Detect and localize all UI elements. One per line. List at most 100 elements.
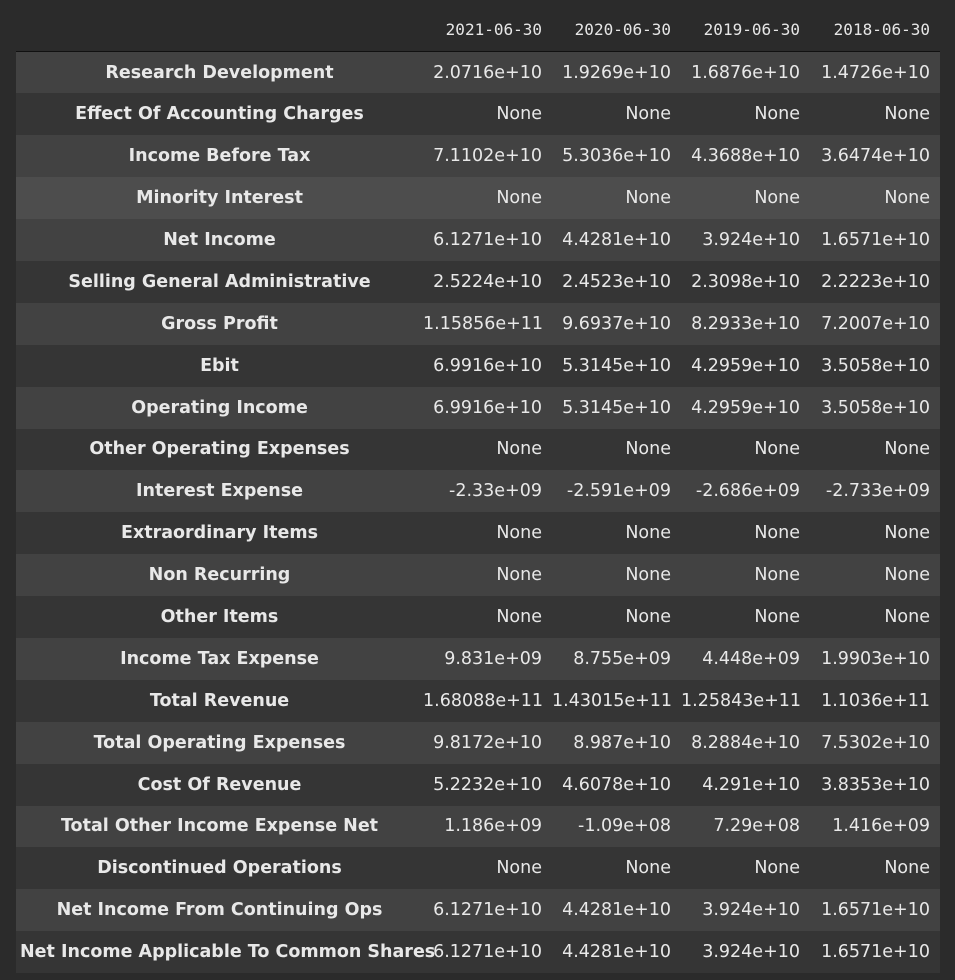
table-cell: None bbox=[496, 439, 542, 460]
table-row: Other Items None None None None bbox=[16, 596, 940, 638]
row-label: Ebit bbox=[200, 355, 239, 376]
table-cell: 1.6571e+10 bbox=[821, 230, 930, 250]
table-cell: None bbox=[884, 188, 930, 209]
table-cell: 1.1036e+11 bbox=[821, 690, 930, 711]
table-cell: None bbox=[625, 104, 671, 125]
table-row: Minority Interest None None None None bbox=[16, 177, 940, 220]
table-cell: None bbox=[884, 439, 930, 460]
table-cell: -2.686e+09 bbox=[695, 481, 800, 502]
income-statement-table: 2021-06-30 2020-06-30 2019-06-30 2018-06… bbox=[16, 8, 940, 974]
table-row: Total Operating Expenses 9.8172e+10 8.987e… bbox=[16, 721, 940, 764]
table-cell: 7.29e+08 bbox=[713, 816, 800, 837]
table-cell: 5.3036e+10 bbox=[562, 146, 671, 167]
table-cell: 4.3688e+10 bbox=[691, 146, 800, 167]
table-cell: None bbox=[625, 439, 671, 460]
table-cell: 6.9916e+10 bbox=[433, 355, 542, 376]
table-cell: 6.1271e+10 bbox=[433, 230, 542, 250]
row-label: Operating Income bbox=[131, 397, 308, 418]
table-cell: 6.1271e+10 bbox=[433, 942, 542, 963]
index-header bbox=[16, 8, 423, 52]
table-cell: 1.4726e+10 bbox=[821, 62, 930, 83]
table-cell: -2.591e+09 bbox=[566, 481, 671, 502]
table-row: Net Income Applicable To Common Shares 6.… bbox=[16, 931, 940, 974]
table-cell: 7.2007e+10 bbox=[821, 313, 930, 334]
table-row: Other Operating Expenses None None None None bbox=[16, 428, 940, 471]
header-row: 2021-06-30 2020-06-30 2019-06-30 2018-06… bbox=[16, 8, 940, 52]
row-label: Net Income Applicable To Common Shares bbox=[20, 942, 436, 963]
table-cell: 1.9269e+10 bbox=[562, 62, 671, 83]
table-cell: 2.4523e+10 bbox=[562, 271, 671, 292]
dataframe-output: 2021-06-30 2020-06-30 2019-06-30 2018-06… bbox=[16, 8, 940, 974]
row-label: Discontinued Operations bbox=[97, 858, 342, 879]
table-cell: 1.186e+09 bbox=[444, 816, 542, 837]
table-cell: 4.2959e+10 bbox=[691, 397, 800, 418]
table-row: Cost Of Revenue 5.2232e+10 4.6078e+10 4.291… bbox=[16, 763, 940, 806]
table-cell: None bbox=[496, 104, 542, 125]
row-label: Total Revenue bbox=[149, 690, 290, 711]
table-cell: None bbox=[754, 188, 800, 209]
row-label: Total Other Income Expense Net bbox=[60, 816, 379, 837]
table-cell: 4.4281e+10 bbox=[562, 230, 671, 250]
table-cell: -2.733e+09 bbox=[825, 481, 930, 502]
table-row: Operating Income 6.9916e+10 5.3145e+10 4.29… bbox=[16, 386, 940, 429]
table-cell: 1.6571e+10 bbox=[821, 900, 930, 921]
table-cell: None bbox=[754, 565, 800, 586]
table-cell: 1.68088e+11 bbox=[423, 690, 544, 711]
table-row: Gross Profit 1.15856e+11 9.6937e+10 8.2933e… bbox=[16, 302, 940, 345]
table-header: 2021-06-30 2020-06-30 2019-06-30 2018-06… bbox=[16, 8, 940, 52]
table-row: Ebit 6.9916e+10 5.3145e+10 4.2959e+10 3.5058… bbox=[16, 344, 940, 387]
table-cell: None bbox=[496, 858, 542, 879]
row-label: Interest Expense bbox=[136, 481, 303, 502]
table-row: Discontinued Operations None None None None bbox=[16, 847, 940, 890]
table-cell: None bbox=[754, 104, 800, 125]
table-cell: 3.924e+10 bbox=[702, 900, 800, 921]
column-header: 2019-06-30 bbox=[681, 8, 810, 52]
table-cell: 3.924e+10 bbox=[702, 942, 800, 963]
row-label: Net Income bbox=[163, 230, 276, 250]
table-cell: None bbox=[625, 607, 671, 628]
table-cell: None bbox=[496, 607, 542, 628]
table-cell: 1.25843e+11 bbox=[681, 690, 802, 711]
row-label: Income Before Tax bbox=[128, 146, 311, 167]
table-row: Effect Of Accounting Charges None None None… bbox=[16, 93, 940, 136]
table-cell: 1.6876e+10 bbox=[691, 62, 800, 83]
table-cell: None bbox=[754, 858, 800, 879]
row-label: Net Income From Continuing Ops bbox=[56, 900, 383, 921]
table-cell: 8.2933e+10 bbox=[691, 313, 800, 334]
table-cell: 6.9916e+10 bbox=[433, 397, 542, 418]
table-cell: 5.2232e+10 bbox=[433, 774, 542, 795]
column-header: 2020-06-30 bbox=[552, 8, 681, 52]
table-cell: 2.5224e+10 bbox=[433, 271, 542, 292]
row-label: Effect Of Accounting Charges bbox=[75, 104, 364, 125]
table-cell: 7.1102e+10 bbox=[433, 146, 542, 167]
row-label: Gross Profit bbox=[161, 313, 278, 334]
table-cell: 1.15856e+11 bbox=[423, 313, 544, 334]
row-label: Other Items bbox=[160, 607, 279, 628]
row-label: Non Recurring bbox=[148, 565, 291, 586]
column-header: 2021-06-30 bbox=[423, 8, 552, 52]
table-cell: 4.448e+09 bbox=[702, 648, 800, 669]
table-cell: 3.6474e+10 bbox=[821, 146, 930, 167]
row-label: Cost Of Revenue bbox=[137, 774, 302, 795]
table-cell: 5.3145e+10 bbox=[562, 355, 671, 376]
table-cell: None bbox=[625, 523, 671, 544]
table-cell: 4.2959e+10 bbox=[691, 355, 800, 376]
table-row: Non Recurring None None None None bbox=[16, 554, 940, 597]
table-row: Net Income From Continuing Ops 6.1271e+10… bbox=[16, 889, 940, 932]
table-cell: -2.33e+09 bbox=[449, 481, 542, 502]
table-cell: 2.3098e+10 bbox=[691, 271, 800, 292]
table-cell: None bbox=[625, 858, 671, 879]
table-cell: 1.6571e+10 bbox=[821, 942, 930, 963]
table-cell: None bbox=[884, 607, 930, 628]
table-cell: None bbox=[884, 523, 930, 544]
table-cell: -1.09e+08 bbox=[578, 816, 671, 837]
table-cell: None bbox=[884, 565, 930, 586]
table-row: Income Tax Expense 9.831e+09 8.755e+09 4.44… bbox=[16, 637, 940, 680]
table-cell: 1.9903e+10 bbox=[821, 648, 930, 669]
row-label: Total Operating Expenses bbox=[93, 732, 346, 753]
table-row: Extraordinary Items None None None None bbox=[16, 512, 940, 555]
table-row: Interest Expense -2.33e+09 -2.591e+09 -2.68… bbox=[16, 470, 940, 513]
table-cell: 7.5302e+10 bbox=[821, 732, 930, 753]
table-row: Research Development 2.0716e+10 1.9269e+10… bbox=[16, 51, 940, 94]
column-header: 2018-06-30 bbox=[810, 8, 940, 52]
